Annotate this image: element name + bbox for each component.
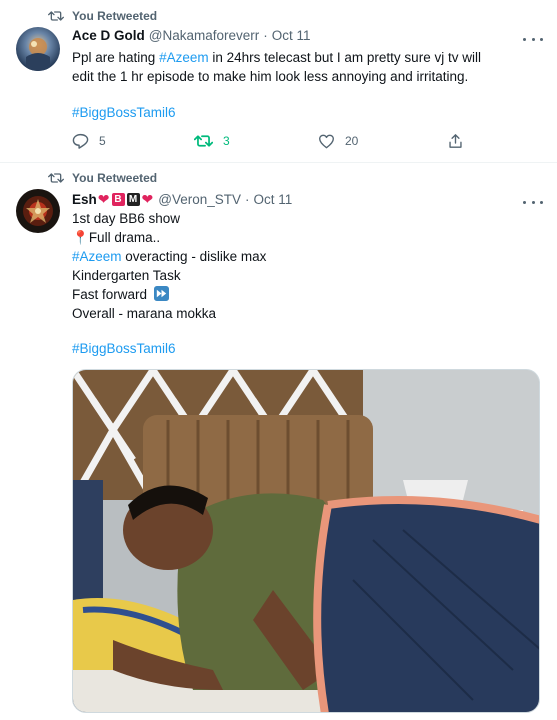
retweet-context-label: You Retweeted (72, 9, 158, 23)
text-segment: Fast forward (72, 287, 148, 302)
author-handle[interactable]: @Veron_STV (158, 192, 241, 207)
avatar-image (16, 189, 60, 233)
tweet-2[interactable]: You Retweeted Esh ❤ B M ❤ @Veron_STV · O… (0, 163, 557, 720)
share-button[interactable] (448, 133, 463, 149)
more-options-button[interactable] (523, 31, 543, 47)
avatar-image (16, 27, 60, 71)
hashtag-link[interactable]: #BiggBossTamil6 (72, 341, 176, 356)
text-line: 📍Full drama.. (72, 228, 542, 247)
retweet-context-icon (48, 11, 64, 21)
retweet-context: You Retweeted (48, 9, 157, 23)
more-dot-icon (531, 37, 535, 41)
text-segment: Ppl are hating (72, 50, 160, 65)
reply-icon (72, 133, 89, 149)
more-dot-icon (523, 200, 526, 204)
more-dot-icon (540, 37, 543, 41)
reply-button[interactable]: 5 (72, 133, 194, 149)
retweet-context: You Retweeted (48, 171, 157, 185)
hashtag-link[interactable]: #BiggBossTamil6 (72, 105, 176, 120)
tweet-1[interactable]: You Retweeted Ace D Gold @Nakamaforeverr… (0, 0, 557, 163)
avatar[interactable] (16, 27, 60, 71)
more-options-button[interactable] (523, 194, 543, 210)
fast-forward-icon (153, 286, 169, 301)
author-handle[interactable]: @Nakamaforeverr (149, 28, 260, 43)
pushpin-icon: 📍 (72, 230, 89, 245)
share-icon (449, 134, 462, 148)
hashtag-line: #BiggBossTamil6 (72, 339, 542, 358)
text-line: Overall - marana mokka (72, 306, 217, 321)
tweet-header: Esh ❤ B M ❤ @Veron_STV · Oct 11 (72, 191, 292, 208)
tweet-text: Ppl are hating #Azeem in 24hrs telecast … (72, 48, 492, 86)
retweet-button[interactable]: 3 (194, 133, 318, 149)
red-heart-emoji-icon: ❤ (141, 191, 154, 207)
retweet-context-icon (48, 173, 64, 183)
tweet-header: Ace D Gold @Nakamaforeverr · Oct 11 (72, 28, 311, 43)
action-bar: 5 3 20 (72, 133, 472, 149)
text-line: #Azeem overacting - dislike max (72, 247, 542, 266)
author-name[interactable]: Esh (72, 192, 97, 207)
reply-count: 5 (99, 134, 106, 148)
more-dot-icon (540, 200, 543, 204)
hashtag-link[interactable]: #Azeem (159, 50, 209, 65)
red-heart-emoji-icon: ❤ (97, 191, 110, 207)
separator: · (263, 28, 268, 43)
like-button[interactable]: 20 (318, 134, 448, 149)
text-line: 1st day BB6 show (72, 211, 181, 226)
more-dot-icon (523, 37, 526, 41)
text-segment: Full drama.. (88, 230, 161, 245)
author-name[interactable]: Ace D Gold (72, 28, 145, 43)
text-line: Kindergarten Task (72, 268, 181, 283)
tweet-text: 1st day BB6 show 📍Full drama.. #Azeem ov… (72, 209, 542, 323)
hashtag-line: #BiggBossTamil6 (72, 103, 542, 122)
tweet-media-image[interactable] (72, 369, 540, 713)
hashtag-link[interactable]: #Azeem (72, 249, 122, 264)
retweet-icon (194, 135, 213, 147)
media-photo (73, 370, 539, 712)
text-segment: overacting - dislike max (121, 249, 267, 264)
separator: · (244, 192, 250, 207)
more-dot-icon (531, 200, 535, 204)
letter-badge-m: M (126, 193, 140, 206)
heart-icon (319, 134, 334, 148)
letter-badge-b: B (111, 193, 125, 206)
avatar[interactable] (16, 189, 60, 233)
retweet-context-label: You Retweeted (72, 171, 158, 185)
retweet-count: 3 (223, 134, 230, 148)
timestamp[interactable]: Oct 11 (272, 28, 311, 43)
text-line: Fast forward (72, 285, 542, 304)
timestamp[interactable]: Oct 11 (253, 192, 292, 207)
like-count: 20 (345, 134, 359, 148)
